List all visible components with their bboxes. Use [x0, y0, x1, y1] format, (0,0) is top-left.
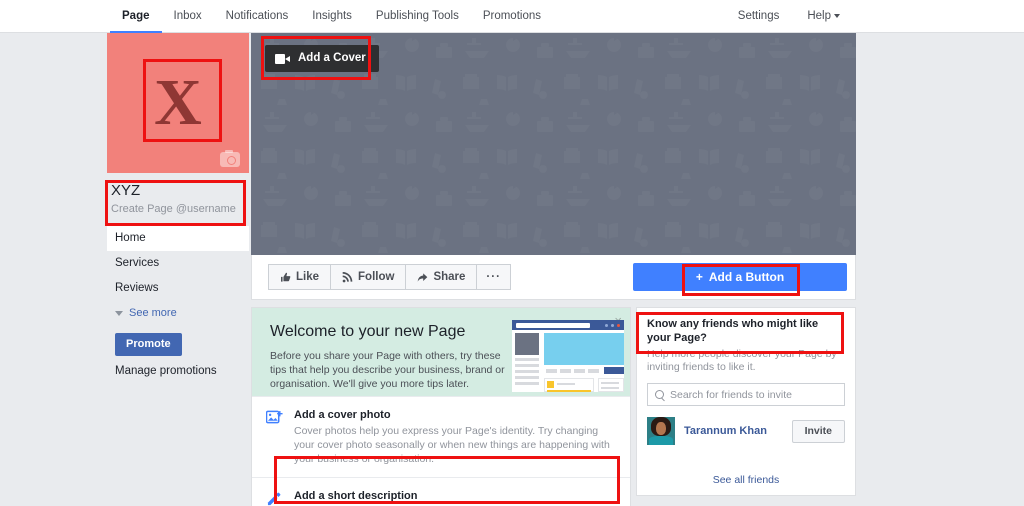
manage-promotions-link[interactable]: Manage promotions — [107, 356, 249, 382]
tip-text-block: Add a cover photo Cover photos help you … — [294, 408, 616, 466]
top-navigation-bar: Page Inbox Notifications Insights Publis… — [0, 0, 1024, 33]
page-title: XYZ — [111, 182, 141, 199]
page-action-buttons: Like Follow Share ··· — [268, 264, 511, 290]
like-button[interactable]: Like — [268, 264, 332, 290]
see-more-toggle[interactable]: See more — [107, 301, 249, 325]
tip-body: Cover photos help you express your Page'… — [294, 425, 610, 465]
tip-text-block: Add a short description Your Page's shor… — [294, 489, 616, 506]
see-more-label: See more — [129, 307, 177, 319]
page-action-bar: Like Follow Share ··· + Add a Button — [251, 255, 856, 300]
rss-icon — [342, 271, 353, 282]
sidebar-item-services[interactable]: Services — [107, 251, 249, 276]
nav-tab-promotions[interactable]: Promotions — [471, 0, 553, 33]
camera-icon[interactable] — [220, 149, 240, 167]
invite-heading: Know any friends who might like your Pag… — [647, 318, 819, 344]
invite-friends-panel: Know any friends who might like your Pag… — [636, 307, 856, 496]
facebook-page-setup-screen: Page Inbox Notifications Insights Publis… — [0, 0, 1024, 506]
welcome-card: × Welcome to your new Page Before you sh… — [251, 307, 631, 506]
share-button[interactable]: Share — [405, 264, 478, 290]
pencil-edit-icon — [266, 489, 284, 506]
nav-tab-publishing-tools[interactable]: Publishing Tools — [364, 0, 471, 33]
nav-tab-inbox[interactable]: Inbox — [162, 0, 214, 33]
friend-name[interactable]: Tarannum Khan — [684, 425, 783, 437]
invite-button[interactable]: Invite — [791, 419, 845, 443]
nav-tab-page[interactable]: Page — [110, 0, 162, 33]
create-username-link[interactable]: Create Page @username — [111, 202, 247, 216]
tip-add-short-description[interactable]: Add a short description Your Page's shor… — [252, 477, 630, 506]
friend-search-input[interactable]: Search for friends to invite — [647, 383, 845, 406]
nav-tab-group: Page Inbox Notifications Insights Publis… — [110, 0, 553, 33]
add-a-cover-label: Add a Cover — [298, 52, 366, 64]
sidebar-item-reviews[interactable]: Reviews — [107, 276, 249, 301]
avatar[interactable] — [647, 417, 675, 445]
share-arrow-icon — [418, 272, 428, 282]
welcome-body: Before you share your Page with others, … — [270, 350, 505, 390]
caret-down-icon — [115, 310, 123, 316]
more-options-button[interactable]: ··· — [476, 264, 511, 290]
chevron-down-icon — [834, 13, 840, 18]
help-menu[interactable]: Help — [793, 0, 854, 33]
tip-add-cover-photo[interactable]: Add a cover photo Cover photos help you … — [252, 396, 630, 477]
follow-button[interactable]: Follow — [330, 264, 407, 290]
like-label: Like — [296, 271, 320, 283]
video-camera-icon — [275, 53, 290, 64]
promote-button[interactable]: Promote — [115, 333, 182, 356]
help-label: Help — [807, 10, 831, 22]
friend-list-item: Tarannum Khan Invite — [637, 406, 855, 445]
add-a-cover-button[interactable]: Add a Cover — [265, 45, 379, 72]
see-all-friends-link[interactable]: See all friends — [637, 474, 855, 486]
add-photo-icon — [265, 408, 284, 466]
settings-link[interactable]: Settings — [724, 0, 794, 33]
invite-subtext: Help more people discover your Page by i… — [647, 348, 837, 373]
share-label: Share — [433, 271, 466, 283]
nav-right-group: Settings Help — [724, 0, 854, 33]
sidebar-item-home[interactable]: Home — [107, 226, 249, 251]
nav-tab-insights[interactable]: Insights — [300, 0, 364, 33]
left-sidebar: X XYZ Create Page @username Home Service… — [107, 33, 249, 382]
tip-title: Add a cover photo — [294, 409, 391, 421]
avatar-letter: X — [154, 66, 202, 139]
tip-title: Add a short description — [294, 490, 418, 502]
search-icon — [655, 390, 664, 399]
page-identity: XYZ Create Page @username — [107, 173, 249, 222]
thumbs-up-icon — [281, 272, 291, 282]
add-a-button-label: Add a Button — [708, 270, 785, 284]
add-a-button-cta[interactable]: + Add a Button — [633, 263, 847, 291]
cover-photo-area[interactable]: Add a Cover — [251, 33, 856, 255]
browser-mockup-illustration — [512, 320, 624, 392]
nav-tab-notifications[interactable]: Notifications — [214, 0, 301, 33]
follow-label: Follow — [358, 271, 395, 283]
welcome-banner: × Welcome to your new Page Before you sh… — [252, 308, 630, 396]
plus-icon: + — [695, 270, 703, 284]
friend-search-placeholder: Search for friends to invite — [670, 388, 792, 401]
sidebar-menu: Home Services Reviews See more — [107, 226, 249, 325]
page-avatar[interactable]: X — [107, 33, 249, 173]
